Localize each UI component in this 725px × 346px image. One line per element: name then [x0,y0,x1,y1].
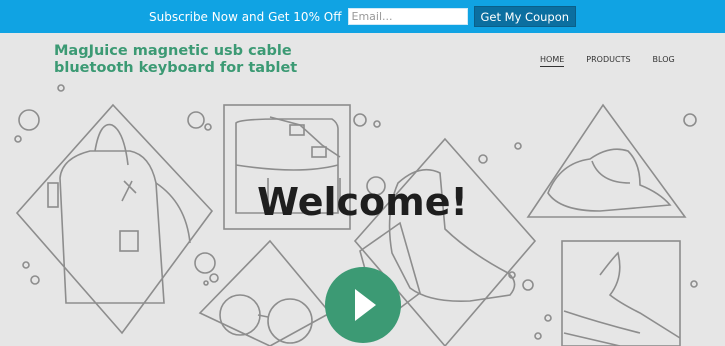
brand-line-2: bluetooth keyboard for tablet [54,60,298,76]
email-input[interactable] [347,8,468,25]
play-icon [355,289,376,321]
nav-blog[interactable]: BLOG [653,55,675,67]
main-nav: HOME PRODUCTS BLOG [540,55,675,67]
hero-section: MagJuice magnetic usb cable bluetooth ke… [0,33,725,346]
subscribe-text: Subscribe Now and Get 10% Off [148,9,342,24]
welcome-heading: Welcome! [257,180,468,224]
nav-products[interactable]: PRODUCTS [586,55,630,67]
brand-line-1: MagJuice magnetic usb cable [54,43,292,59]
subscribe-bar: Subscribe Now and Get 10% Off Get My Cou… [0,0,725,33]
brand-title[interactable]: MagJuice magnetic usb cable bluetooth ke… [54,43,314,77]
nav-home[interactable]: HOME [540,55,565,67]
play-video-button[interactable] [325,267,401,343]
get-coupon-button[interactable]: Get My Coupon [473,6,577,27]
